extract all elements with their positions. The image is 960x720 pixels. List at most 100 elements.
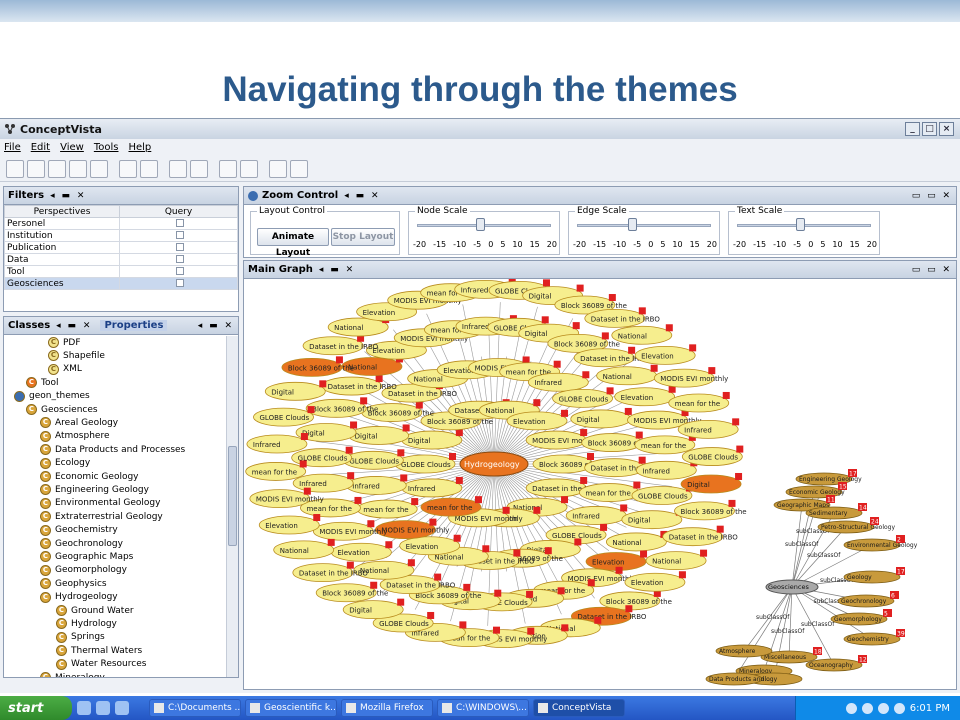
tree-item[interactable]: C Geographic Maps bbox=[40, 550, 133, 563]
window-controls-icon[interactable]: ▭ ▭ ✕ bbox=[912, 191, 952, 201]
tree-item[interactable]: C Areal Geology bbox=[40, 416, 118, 429]
quicklaunch-ie-icon[interactable] bbox=[77, 701, 91, 715]
task-button-active[interactable]: ConceptVista bbox=[533, 699, 625, 717]
filter-row[interactable]: Publication bbox=[4, 241, 238, 254]
tree-item[interactable]: C Mineralogy bbox=[40, 671, 105, 677]
panel-controls-icon[interactable]: ◂ ▬ ✕ bbox=[344, 191, 380, 201]
panel-controls-icon[interactable]: ◂ ▬ ✕ bbox=[56, 321, 92, 331]
folder-icon[interactable] bbox=[90, 159, 108, 178]
copy-icon[interactable] bbox=[119, 159, 137, 178]
graph-node-label: mean for the bbox=[427, 504, 472, 512]
tab-properties[interactable]: Properties bbox=[100, 320, 168, 331]
tree-item[interactable]: C Springs bbox=[56, 631, 105, 644]
filter-row[interactable]: Personel bbox=[4, 217, 238, 230]
task-button[interactable]: Geoscientific k... bbox=[245, 699, 337, 717]
zoom-view-icon[interactable] bbox=[240, 159, 258, 178]
info-icon[interactable] bbox=[290, 159, 308, 178]
text-scale-thumb[interactable] bbox=[796, 218, 805, 231]
tree-item[interactable]: C Environmental Geology bbox=[40, 497, 160, 510]
tree-item[interactable]: C Shapefile bbox=[48, 349, 105, 362]
checkbox[interactable] bbox=[175, 219, 184, 227]
tree-scrollbar[interactable] bbox=[226, 336, 238, 677]
stop-layout-button[interactable]: Stop Layout bbox=[331, 228, 395, 246]
tree-item[interactable]: C Hydrogeology bbox=[40, 591, 118, 604]
graph-badge bbox=[350, 421, 358, 429]
task-button[interactable]: Mozilla Firefox bbox=[341, 699, 433, 717]
tree-item[interactable]: C Ground Water bbox=[56, 604, 134, 617]
tree-item[interactable]: geon_themes bbox=[14, 390, 90, 403]
menu-help[interactable]: Help bbox=[128, 142, 151, 153]
tab-classes[interactable]: Classes bbox=[8, 320, 50, 331]
tree-item[interactable]: C PDF bbox=[48, 336, 81, 349]
tray-icon[interactable] bbox=[893, 702, 905, 714]
quicklaunch-desktop-icon[interactable] bbox=[115, 701, 129, 715]
maximize-button[interactable]: □ bbox=[922, 122, 937, 136]
tree-item[interactable]: C Ecology bbox=[40, 457, 90, 470]
export-icon[interactable] bbox=[190, 159, 208, 178]
filter-row[interactable]: Data bbox=[4, 253, 238, 266]
tree-item[interactable]: C Geochronology bbox=[40, 537, 123, 550]
tree-item[interactable]: C Water Resources bbox=[56, 658, 146, 671]
tree-item[interactable]: C Thermal Waters bbox=[56, 644, 142, 657]
filter-row[interactable]: Tool bbox=[4, 265, 238, 278]
tree-item[interactable]: C Hydrology bbox=[56, 617, 117, 630]
tree-item[interactable]: C Geophysics bbox=[40, 577, 107, 590]
graph-badge bbox=[300, 433, 308, 441]
tree-item[interactable]: C Economic Geology bbox=[40, 470, 139, 483]
checkbox[interactable] bbox=[175, 243, 184, 251]
tray-icon[interactable] bbox=[845, 702, 857, 714]
node-scale-thumb[interactable] bbox=[476, 218, 485, 231]
quicklaunch-media-icon[interactable] bbox=[96, 701, 110, 715]
edge-scale-thumb[interactable] bbox=[628, 218, 637, 231]
checkbox[interactable] bbox=[175, 279, 184, 287]
column-perspectives[interactable]: Perspectives bbox=[4, 205, 120, 218]
save-as-icon[interactable] bbox=[69, 159, 87, 178]
tree-item[interactable]: C Atmosphere bbox=[40, 430, 109, 443]
menu-file[interactable]: File bbox=[4, 142, 21, 153]
graph-canvas[interactable]: Block 36089 of theDataset in the IRBONat… bbox=[244, 279, 956, 689]
task-button[interactable]: C:\Documents ... bbox=[149, 699, 241, 717]
edge-scale-slider[interactable] bbox=[577, 224, 711, 227]
tray-icon[interactable] bbox=[877, 702, 889, 714]
map-icon[interactable] bbox=[169, 159, 187, 178]
paste-icon[interactable] bbox=[140, 159, 158, 178]
start-button[interactable]: start bbox=[0, 696, 72, 720]
tick-label: 5 bbox=[500, 240, 506, 249]
menu-edit[interactable]: Edit bbox=[31, 142, 50, 153]
tree-item[interactable]: C Geosciences bbox=[26, 403, 98, 416]
help-icon[interactable] bbox=[269, 159, 287, 178]
graph-badge bbox=[587, 453, 594, 460]
firefox-icon bbox=[346, 703, 356, 713]
tree-item[interactable]: C Data Products and Processes bbox=[40, 443, 185, 456]
panel-controls-icon[interactable]: ◂ ▬ ✕ bbox=[319, 265, 355, 275]
tree-item[interactable]: C Geochemistry bbox=[40, 524, 118, 537]
window-icon[interactable] bbox=[219, 159, 237, 178]
tree-item[interactable]: C Geomorphology bbox=[40, 564, 127, 577]
column-query[interactable]: Query bbox=[119, 205, 238, 218]
tree-item[interactable]: C Extraterrestrial Geology bbox=[40, 510, 163, 523]
filter-row-selected[interactable]: Geosciences bbox=[4, 277, 238, 290]
scrollbar-thumb[interactable] bbox=[228, 446, 237, 546]
tray-icon[interactable] bbox=[861, 702, 873, 714]
tree-item[interactable]: C XML bbox=[48, 363, 82, 376]
open-folder-icon[interactable] bbox=[27, 159, 45, 178]
checkbox[interactable] bbox=[175, 231, 184, 239]
tree-item[interactable]: C Tool bbox=[26, 376, 58, 389]
graph-badge bbox=[400, 474, 408, 482]
new-file-icon[interactable] bbox=[6, 159, 24, 178]
menu-tools[interactable]: Tools bbox=[94, 142, 119, 153]
tree-item[interactable]: C Engineering Geology bbox=[40, 483, 149, 496]
animate-layout-button[interactable]: Animate Layout bbox=[257, 228, 329, 258]
window-controls-icon[interactable]: ▭ ▭ ✕ bbox=[912, 265, 952, 275]
app-window: ConceptVista _ □ × File Edit View Tools … bbox=[0, 118, 960, 693]
minimize-button[interactable]: _ bbox=[905, 122, 920, 136]
menu-view[interactable]: View bbox=[60, 142, 84, 153]
task-button[interactable]: C:\WINDOWS\... bbox=[437, 699, 529, 717]
filter-row[interactable]: Institution bbox=[4, 229, 238, 242]
panel-controls-icon[interactable]: ◂ ▬ ✕ bbox=[198, 321, 234, 331]
panel-controls-icon[interactable]: ◂ ▬ ✕ bbox=[50, 191, 86, 201]
checkbox[interactable] bbox=[175, 267, 184, 275]
checkbox[interactable] bbox=[175, 255, 184, 263]
save-icon[interactable] bbox=[48, 159, 66, 178]
close-button[interactable]: × bbox=[939, 122, 954, 136]
